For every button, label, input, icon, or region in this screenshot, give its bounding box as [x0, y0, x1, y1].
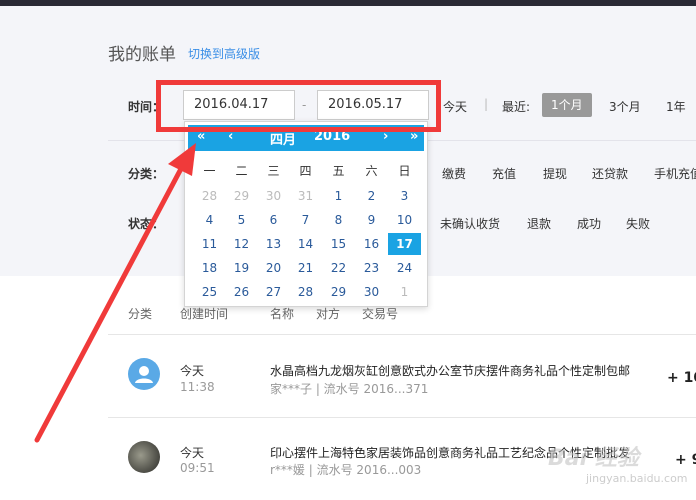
red-arrow-icon — [34, 143, 196, 443]
watermark-url: jingyan.baidu.com — [586, 472, 688, 485]
watermark-logo: Bai 经验 — [548, 446, 639, 471]
